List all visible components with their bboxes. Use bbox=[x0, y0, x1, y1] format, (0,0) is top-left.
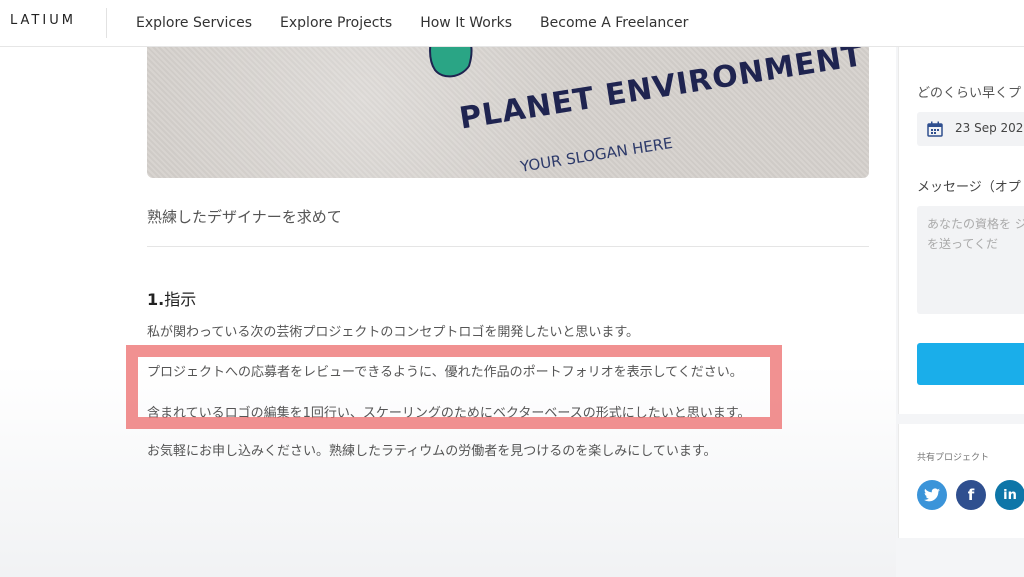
nav-become-freelancer[interactable]: Become A Freelancer bbox=[540, 15, 688, 31]
project-detail: PLANET ENVIRONMENT YOUR SLOGAN HERE 熟練した… bbox=[0, 46, 896, 577]
twitter-bird-icon bbox=[924, 488, 940, 502]
twitter-icon[interactable] bbox=[917, 480, 947, 510]
section-heading: 1.指示 bbox=[147, 286, 196, 310]
linkedin-icon[interactable]: in bbox=[995, 480, 1024, 510]
logo-divider bbox=[106, 8, 107, 38]
instruction-paragraph: 私が関わっている次の芸術プロジェクトのコンセプトロゴを開発したいと思います。 bbox=[147, 325, 640, 340]
project-subtitle: 熟練したデザイナーを求めて bbox=[147, 208, 342, 226]
project-hero-image: PLANET ENVIRONMENT YOUR SLOGAN HERE bbox=[147, 46, 869, 178]
hero-logo-title: PLANET ENVIRONMENT bbox=[457, 46, 866, 137]
top-navbar: LATIUM Explore Services Explore Projects… bbox=[0, 0, 1024, 47]
share-card: 共有プロジェクト f in bbox=[898, 424, 1024, 538]
message-textarea[interactable]: あなたの資格を ジを送ってくだ bbox=[917, 206, 1024, 314]
selected-date: 23 Sep 202 bbox=[955, 121, 1024, 135]
latium-logo[interactable]: LATIUM bbox=[10, 13, 76, 28]
leaf-logo-icon bbox=[429, 46, 473, 78]
nav-explore-projects[interactable]: Explore Projects bbox=[280, 15, 392, 31]
delivery-question: どのくらい早くプ bbox=[917, 86, 1022, 101]
message-label: メッセージ（オプ bbox=[917, 180, 1021, 195]
instruction-paragraph: お気軽にお申し込みください。熟練したラティウムの労働者を見つけるのを楽しみにして… bbox=[147, 444, 717, 459]
calendar-icon bbox=[927, 121, 943, 137]
section-divider bbox=[147, 246, 869, 247]
section-heading-text: 指示 bbox=[164, 290, 197, 309]
proposal-card: どのくらい早くプ 23 Sep 202 メッセージ（オプ あなたの資格を ジを送… bbox=[898, 46, 1024, 414]
message-placeholder: あなたの資格を ジを送ってくだ bbox=[927, 217, 1024, 251]
section-number: 1. bbox=[147, 290, 165, 309]
hero-logo-slogan: YOUR SLOGAN HERE bbox=[519, 133, 674, 176]
highlight-box bbox=[126, 345, 782, 429]
main-nav: Explore Services Explore Projects How It… bbox=[136, 0, 688, 46]
facebook-icon[interactable]: f bbox=[956, 480, 986, 510]
nav-how-it-works[interactable]: How It Works bbox=[420, 15, 512, 31]
nav-explore-services[interactable]: Explore Services bbox=[136, 15, 252, 31]
date-picker[interactable]: 23 Sep 202 bbox=[917, 112, 1024, 146]
submit-proposal-button[interactable] bbox=[917, 343, 1024, 385]
share-label: 共有プロジェクト bbox=[917, 453, 990, 463]
